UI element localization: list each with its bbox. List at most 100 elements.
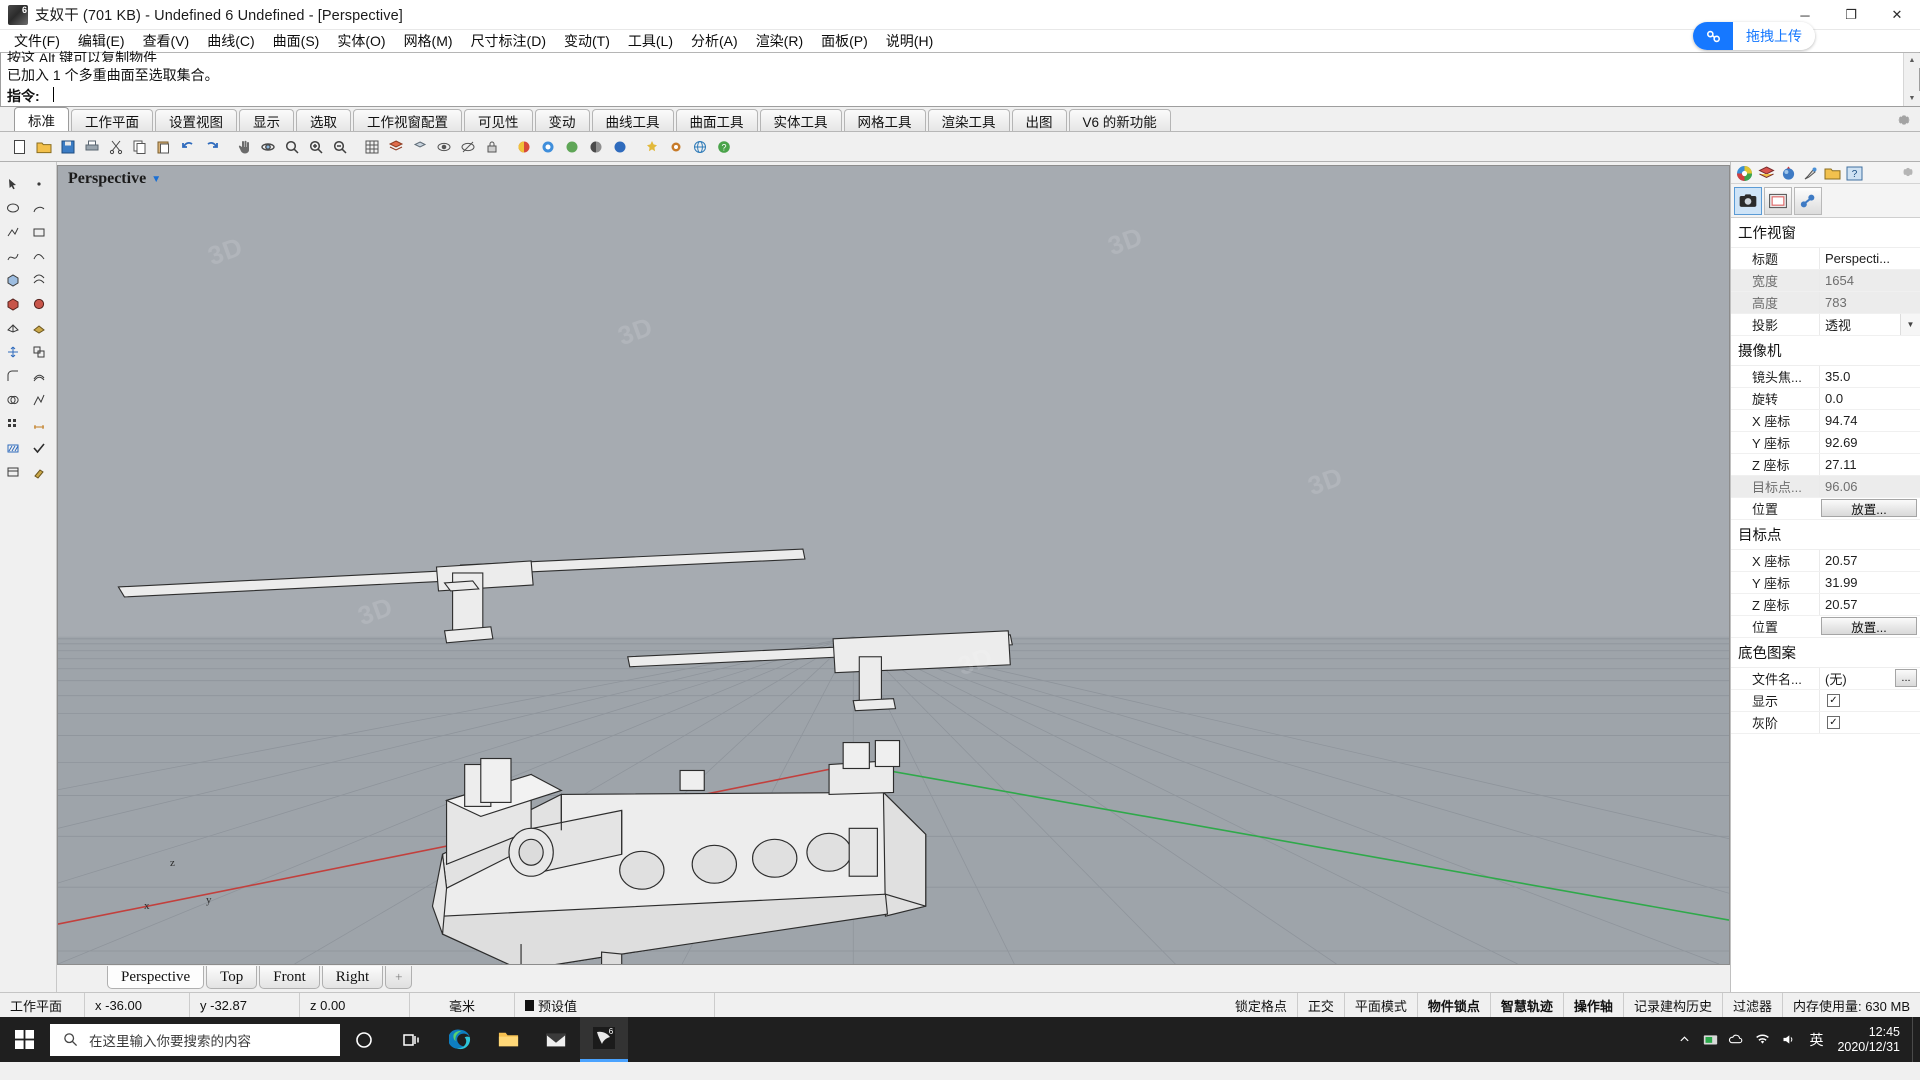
taskbar-search-box[interactable]: 在这里输入你要搜索的内容: [50, 1023, 340, 1056]
layout-icon[interactable]: [0, 460, 26, 484]
menu-item-panels[interactable]: 面板(P): [812, 29, 877, 54]
tab-visibility[interactable]: 可见性: [464, 109, 533, 131]
prop-row-camera-x[interactable]: X 座标 94.74: [1731, 410, 1920, 432]
prop-value[interactable]: 94.74: [1819, 410, 1920, 431]
status-toggle-grid-snap[interactable]: 锁定格点: [1225, 992, 1298, 1018]
fillet-icon[interactable]: [0, 364, 26, 388]
status-toggle-osnap[interactable]: 物件锁点: [1418, 992, 1491, 1018]
check-icon[interactable]: [26, 436, 52, 460]
transform-move-icon[interactable]: [0, 340, 26, 364]
prop-value[interactable]: 0.0: [1819, 388, 1920, 409]
ghosted-icon[interactable]: [608, 135, 631, 158]
viewport-tab-right[interactable]: Right: [321, 966, 384, 989]
viewport-title[interactable]: Perspective ▼: [68, 170, 161, 188]
prop-row-rotation[interactable]: 旋转 0.0: [1731, 388, 1920, 410]
prop-value[interactable]: 20.57: [1819, 594, 1920, 615]
hatch-icon[interactable]: [0, 436, 26, 460]
menu-item-solid[interactable]: 实体(O): [328, 29, 394, 54]
analyze-icon[interactable]: [26, 388, 52, 412]
scroll-up-icon[interactable]: ▲: [1904, 53, 1920, 68]
tab-select[interactable]: 选取: [296, 109, 351, 131]
chevron-down-icon[interactable]: ▼: [1900, 314, 1920, 335]
boolean-icon[interactable]: [0, 388, 26, 412]
menu-item-mesh[interactable]: 网格(M): [395, 29, 462, 54]
grayscale-checkbox[interactable]: ✓: [1827, 716, 1840, 729]
viewport-tab-top[interactable]: Top: [206, 966, 258, 989]
viewport-frame-icon[interactable]: [1764, 186, 1792, 215]
perspective-viewport[interactable]: Perspective ▼ z y x: [57, 165, 1730, 965]
polyline-icon[interactable]: [0, 220, 26, 244]
surface-box-icon[interactable]: [0, 268, 26, 292]
show-checkbox[interactable]: ✓: [1827, 694, 1840, 707]
status-toggle-ortho[interactable]: 正交: [1298, 992, 1345, 1018]
arc-icon[interactable]: [26, 196, 52, 220]
prop-value[interactable]: 透视: [1819, 314, 1900, 335]
prop-row-camera-position[interactable]: 位置 放置...: [1731, 498, 1920, 520]
prop-row-camera-y[interactable]: Y 座标 92.69: [1731, 432, 1920, 454]
new-file-icon[interactable]: [8, 135, 31, 158]
prop-value[interactable]: 92.69: [1819, 432, 1920, 453]
status-toggle-filter[interactable]: 过滤器: [1723, 992, 1783, 1018]
tab-drafting[interactable]: 出图: [1011, 109, 1067, 131]
taskbar-clock[interactable]: 12:45 2020/12/31: [1831, 1017, 1912, 1062]
layers-panel-icon[interactable]: [1756, 164, 1777, 183]
maximize-button[interactable]: ❐: [1828, 0, 1874, 30]
screen-capture-icon[interactable]: [1697, 1017, 1723, 1062]
paint-icon[interactable]: [26, 460, 52, 484]
copy-icon[interactable]: [128, 135, 151, 158]
folder-icon[interactable]: [1822, 164, 1843, 183]
point-icon[interactable]: [26, 172, 52, 196]
prop-row-target-position[interactable]: 位置 放置...: [1731, 616, 1920, 638]
material-panel-icon[interactable]: [1778, 164, 1799, 183]
gear-icon[interactable]: [1896, 112, 1912, 128]
menu-item-dimension[interactable]: 尺寸标注(D): [462, 29, 555, 54]
chevron-down-icon[interactable]: ▼: [151, 174, 161, 185]
surface-loft-icon[interactable]: [26, 268, 52, 292]
curve-tool-icon[interactable]: [0, 244, 26, 268]
tab-transform[interactable]: 变动: [534, 109, 590, 131]
prop-row-target-z[interactable]: Z 座标 20.57: [1731, 594, 1920, 616]
status-toggle-gumball[interactable]: 操作轴: [1564, 992, 1624, 1018]
rotate-view-icon[interactable]: [256, 135, 279, 158]
camera-place-button[interactable]: 放置...: [1821, 499, 1917, 517]
tab-viewport-layout[interactable]: 工作视窗配置: [353, 109, 462, 131]
camera-mode-icon[interactable]: [1734, 186, 1762, 215]
edge-browser-icon[interactable]: [436, 1017, 484, 1062]
status-units[interactable]: 毫米: [410, 992, 515, 1018]
undo-icon[interactable]: [176, 135, 199, 158]
cut-icon[interactable]: [104, 135, 127, 158]
web-browser-icon[interactable]: [688, 135, 711, 158]
tab-cplane[interactable]: 工作平面: [71, 109, 153, 131]
solid-sphere-icon[interactable]: [26, 292, 52, 316]
prop-value[interactable]: 35.0: [1819, 366, 1920, 387]
prop-row-target-x[interactable]: X 座标 20.57: [1731, 550, 1920, 572]
render-icon[interactable]: [512, 135, 535, 158]
status-toggle-smarttrack[interactable]: 智慧轨迹: [1491, 992, 1564, 1018]
volume-icon[interactable]: [1775, 1017, 1801, 1062]
status-layer[interactable]: 预设值: [515, 992, 715, 1018]
paint-brush-icon[interactable]: [1800, 164, 1821, 183]
zoom-extents-icon[interactable]: [304, 135, 327, 158]
print-icon[interactable]: [80, 135, 103, 158]
redo-icon[interactable]: [200, 135, 223, 158]
start-button[interactable]: [0, 1017, 48, 1062]
prop-row-lens-length[interactable]: 镜头焦... 35.0: [1731, 366, 1920, 388]
help-panel-icon[interactable]: ?: [1844, 164, 1865, 183]
panel-gear-icon[interactable]: [1901, 165, 1915, 179]
open-file-icon[interactable]: [32, 135, 55, 158]
tab-set-view[interactable]: 设置视图: [155, 109, 237, 131]
named-views-icon[interactable]: [1794, 186, 1822, 215]
onedrive-icon[interactable]: [1723, 1017, 1749, 1062]
close-button[interactable]: ✕: [1874, 0, 1920, 30]
viewport-tab-front[interactable]: Front: [259, 966, 320, 989]
menu-item-render[interactable]: 渲染(R): [747, 29, 812, 54]
prop-value[interactable]: 27.11: [1819, 454, 1920, 475]
material-icon[interactable]: [560, 135, 583, 158]
show-objects-icon[interactable]: [456, 135, 479, 158]
ellipse-curve-icon[interactable]: [0, 196, 26, 220]
prop-row-filename[interactable]: 文件名... (无) ...: [1731, 668, 1920, 690]
tab-curve-tools[interactable]: 曲线工具: [591, 109, 674, 131]
lock-objects-icon[interactable]: [480, 135, 503, 158]
layers-icon[interactable]: [384, 135, 407, 158]
prop-row-target-y[interactable]: Y 座标 31.99: [1731, 572, 1920, 594]
